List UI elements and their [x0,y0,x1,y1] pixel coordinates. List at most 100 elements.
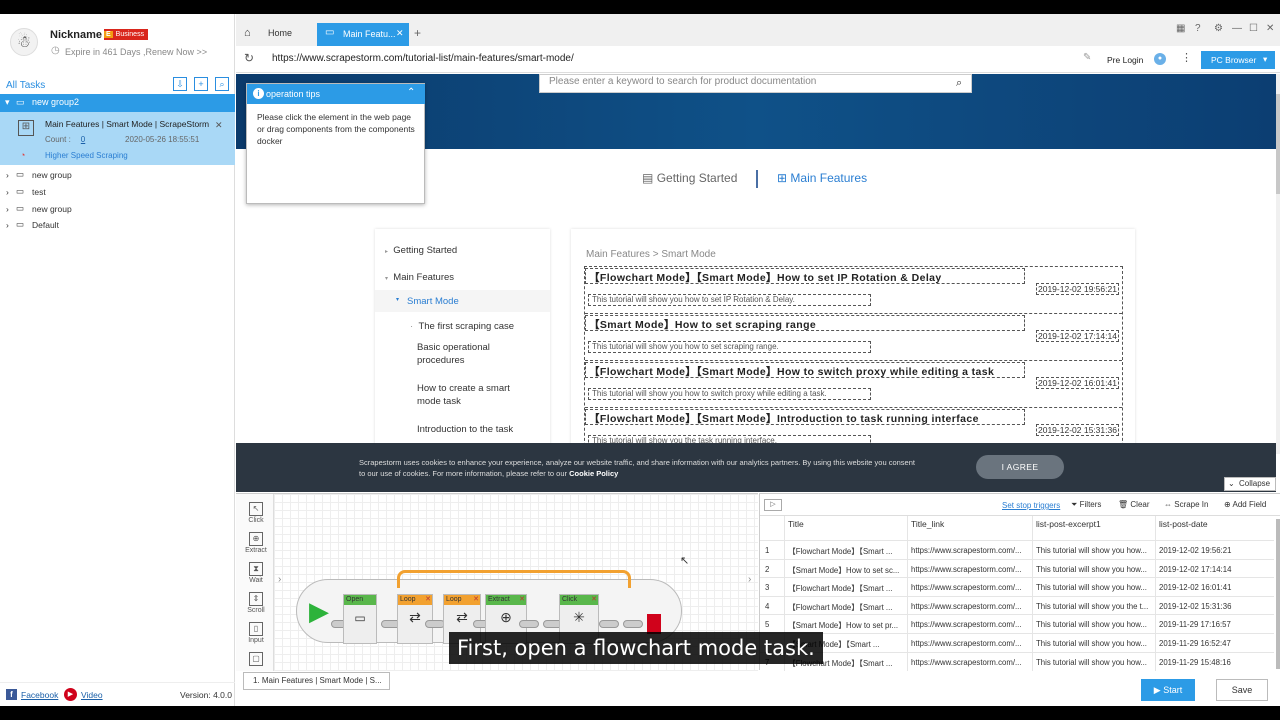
click-component[interactable]: ↖ Click [241,500,271,530]
help-icon[interactable]: ? [1195,23,1201,34]
video-icon[interactable]: ▶ [64,688,77,701]
table-cell: 2019-12-02 19:56:21 [1159,546,1232,555]
url-input[interactable]: https://www.scrapestorm.com/tutorial-lis… [272,53,574,64]
table-cell: This tutorial will show you how... [1036,620,1147,630]
table-cell: 2019-11-29 15:48:16 [1159,657,1231,667]
user-icon[interactable]: ● [1154,53,1166,65]
more-icon[interactable]: ⋮ [1181,51,1192,64]
maximize-icon[interactable]: ☐ [1249,23,1258,34]
loop-block[interactable]: Loop ✕ ⇄ [397,594,433,644]
table-cell: This tutorial will show you how... [1036,546,1147,555]
input-component[interactable]: ▯ Input [241,620,271,650]
edit-icon[interactable]: ✎ [1083,52,1091,63]
chevron-up-icon[interactable]: ⌃ [407,87,415,98]
wait-component[interactable]: ⧗ Wait [241,560,271,590]
nav-main-features[interactable]: ⊞ Main Features [777,171,867,185]
table-row[interactable]: 4 【Flowchart Mode】【Smart ... https://www.s… [760,595,1274,615]
start-node-icon[interactable]: ▶ [309,596,329,627]
open-block[interactable]: Open ▭ [343,594,377,644]
sidebar-main-features[interactable]: ▾ Main Features [385,272,454,283]
sidebar-item[interactable]: How to create a smart mode task [417,382,517,408]
facebook-link[interactable]: Facebook [21,690,58,700]
sidebar-item[interactable]: Introduction to the task [417,423,537,436]
gift-icon[interactable]: ▦ [1176,23,1185,34]
task-item[interactable]: ⊞ Main Features | Smart Mode | ScrapeSto… [0,112,235,165]
close-icon[interactable]: ✕ [215,120,223,131]
pre-login-button[interactable]: Pre Login [1107,55,1143,65]
set-stop-triggers-link[interactable]: Set stop triggers [1002,501,1060,510]
business-badge: E Business [104,29,149,40]
column-header[interactable]: list-post-date [1159,519,1208,529]
new-task-icon[interactable]: + [194,77,208,91]
cookie-policy-link[interactable]: Cookie Policy [569,469,618,478]
group-item[interactable]: › ▭ new group [0,168,235,184]
expire-renew-link[interactable]: Expire in 461 Days ,Renew Now >> [65,47,207,57]
add-field-button[interactable]: ⊕ Add Field [1224,500,1266,509]
doc-search-input[interactable]: Please enter a keyword to search for pro… [539,74,972,93]
column-header[interactable]: Title_link [911,519,944,529]
avatar[interactable]: ☃ [10,28,38,56]
import-icon[interactable]: ⇩ [173,77,187,91]
start-button[interactable]: ▶ Start [1141,679,1195,701]
end-node[interactable] [647,614,661,634]
table-row[interactable]: 7【Flowchart Mode】【Smart ...https://www.s… [760,651,1274,671]
table-row[interactable]: 3 【Flowchart Mode】【Smart ... https://www.s… [760,577,1274,596]
clear-button[interactable]: 🗑 Clear [1118,500,1150,509]
sidebar-item[interactable]: Basic operational procedures [417,341,517,367]
document-icon: ▤ [642,171,654,185]
minimize-icon[interactable]: — [1232,23,1242,34]
page-icon: ▭ [325,27,335,38]
article-item[interactable]: 【Smart Mode】How to set scraping range Th… [585,314,1122,361]
tips-text: Please click the element in the web page… [257,112,415,146]
sidebar-smart-mode[interactable]: ▾ Smart Mode [375,290,550,312]
search-icon[interactable]: ⌕ [956,77,962,90]
group-new-group2[interactable]: ▾ ▭ new group2 [0,94,235,112]
table-row[interactable]: 1 【Flowchart Mode】【Smart ... https://www.s… [760,540,1274,559]
agree-button[interactable]: I AGREE [976,455,1064,479]
tips-header[interactable]: i operation tips ⌃ [247,84,425,104]
column-header[interactable]: Title [788,519,804,529]
scrape-in-button[interactable]: ⇔ Scrape In [1164,500,1208,509]
scroll-component[interactable]: ⇕ Scroll [241,590,271,620]
chevron-left-icon[interactable]: › [278,574,281,585]
video-link[interactable]: Video [81,690,103,700]
nav-getting-started[interactable]: ▤ Getting Started [642,171,737,185]
group-item[interactable]: › ▭ new group [0,202,235,218]
collapse-button[interactable]: ⌄ Collapse [1224,477,1276,491]
save-button[interactable]: Save [1216,679,1268,701]
add-tab-icon[interactable]: + [414,26,421,40]
tab-main-features[interactable]: ▭ Main Featu... ✕ [317,23,409,46]
sidebar-getting-started[interactable]: ▸ Getting Started [385,245,457,256]
table-cell: https://www.scrapestorm.com/... [911,546,1022,555]
article-item[interactable]: 【Flowchart Mode】【Smart Mode】How to switc… [585,361,1122,408]
table-row[interactable]: 5 【Smart Mode】How to set pr... https://www… [760,614,1274,633]
chevron-right-icon[interactable]: › [748,574,751,585]
article-item[interactable]: 【Flowchart Mode】【Smart Mode】How to set I… [585,267,1122,314]
settings-icon[interactable]: ⚙ [1214,23,1223,34]
scroll-thumb[interactable] [1276,94,1280,194]
facebook-icon[interactable]: f [6,689,17,700]
search-task-icon[interactable]: ⌕ [215,77,229,91]
trash-icon: 🗑 [1118,500,1129,509]
sidebar-item[interactable]: · The first scraping case [410,320,540,333]
all-tasks-label[interactable]: All Tasks [6,80,45,91]
pc-browser-button[interactable]: PC Browser ▾ [1201,51,1275,69]
column-header[interactable]: list-post-excerpt1 [1036,519,1101,529]
data-scrollbar[interactable] [1276,519,1280,669]
flowchart-task-icon: ⊞ [18,120,34,136]
page-scrollbar[interactable] [1276,74,1280,454]
close-window-icon[interactable]: ✕ [1266,23,1274,34]
group-item[interactable]: › ▭ test [0,185,235,201]
close-icon[interactable]: ✕ [396,28,404,39]
address-bar: ↻ https://www.scrapestorm.com/tutorial-l… [236,46,1280,73]
reload-icon[interactable]: ↻ [244,51,254,65]
tab-home[interactable]: ⌂ Home [236,23,316,46]
extract-component[interactable]: ⊕ Extract [241,530,271,560]
higher-speed-link[interactable]: Higher Speed Scraping [45,151,128,160]
table-cell: https://www.scrapestorm.com/... [911,601,1022,611]
table-row[interactable]: 6【Smart Mode】【Smart ...https://www.scrap… [760,633,1274,652]
filters-button[interactable]: ⏷ Filters [1071,500,1101,510]
table-row[interactable]: 2 【Smart Mode】How to set sc... https://www… [760,558,1274,578]
play-icon[interactable]: ▷ [764,499,782,511]
group-item[interactable]: › ▭ Default [0,218,235,234]
